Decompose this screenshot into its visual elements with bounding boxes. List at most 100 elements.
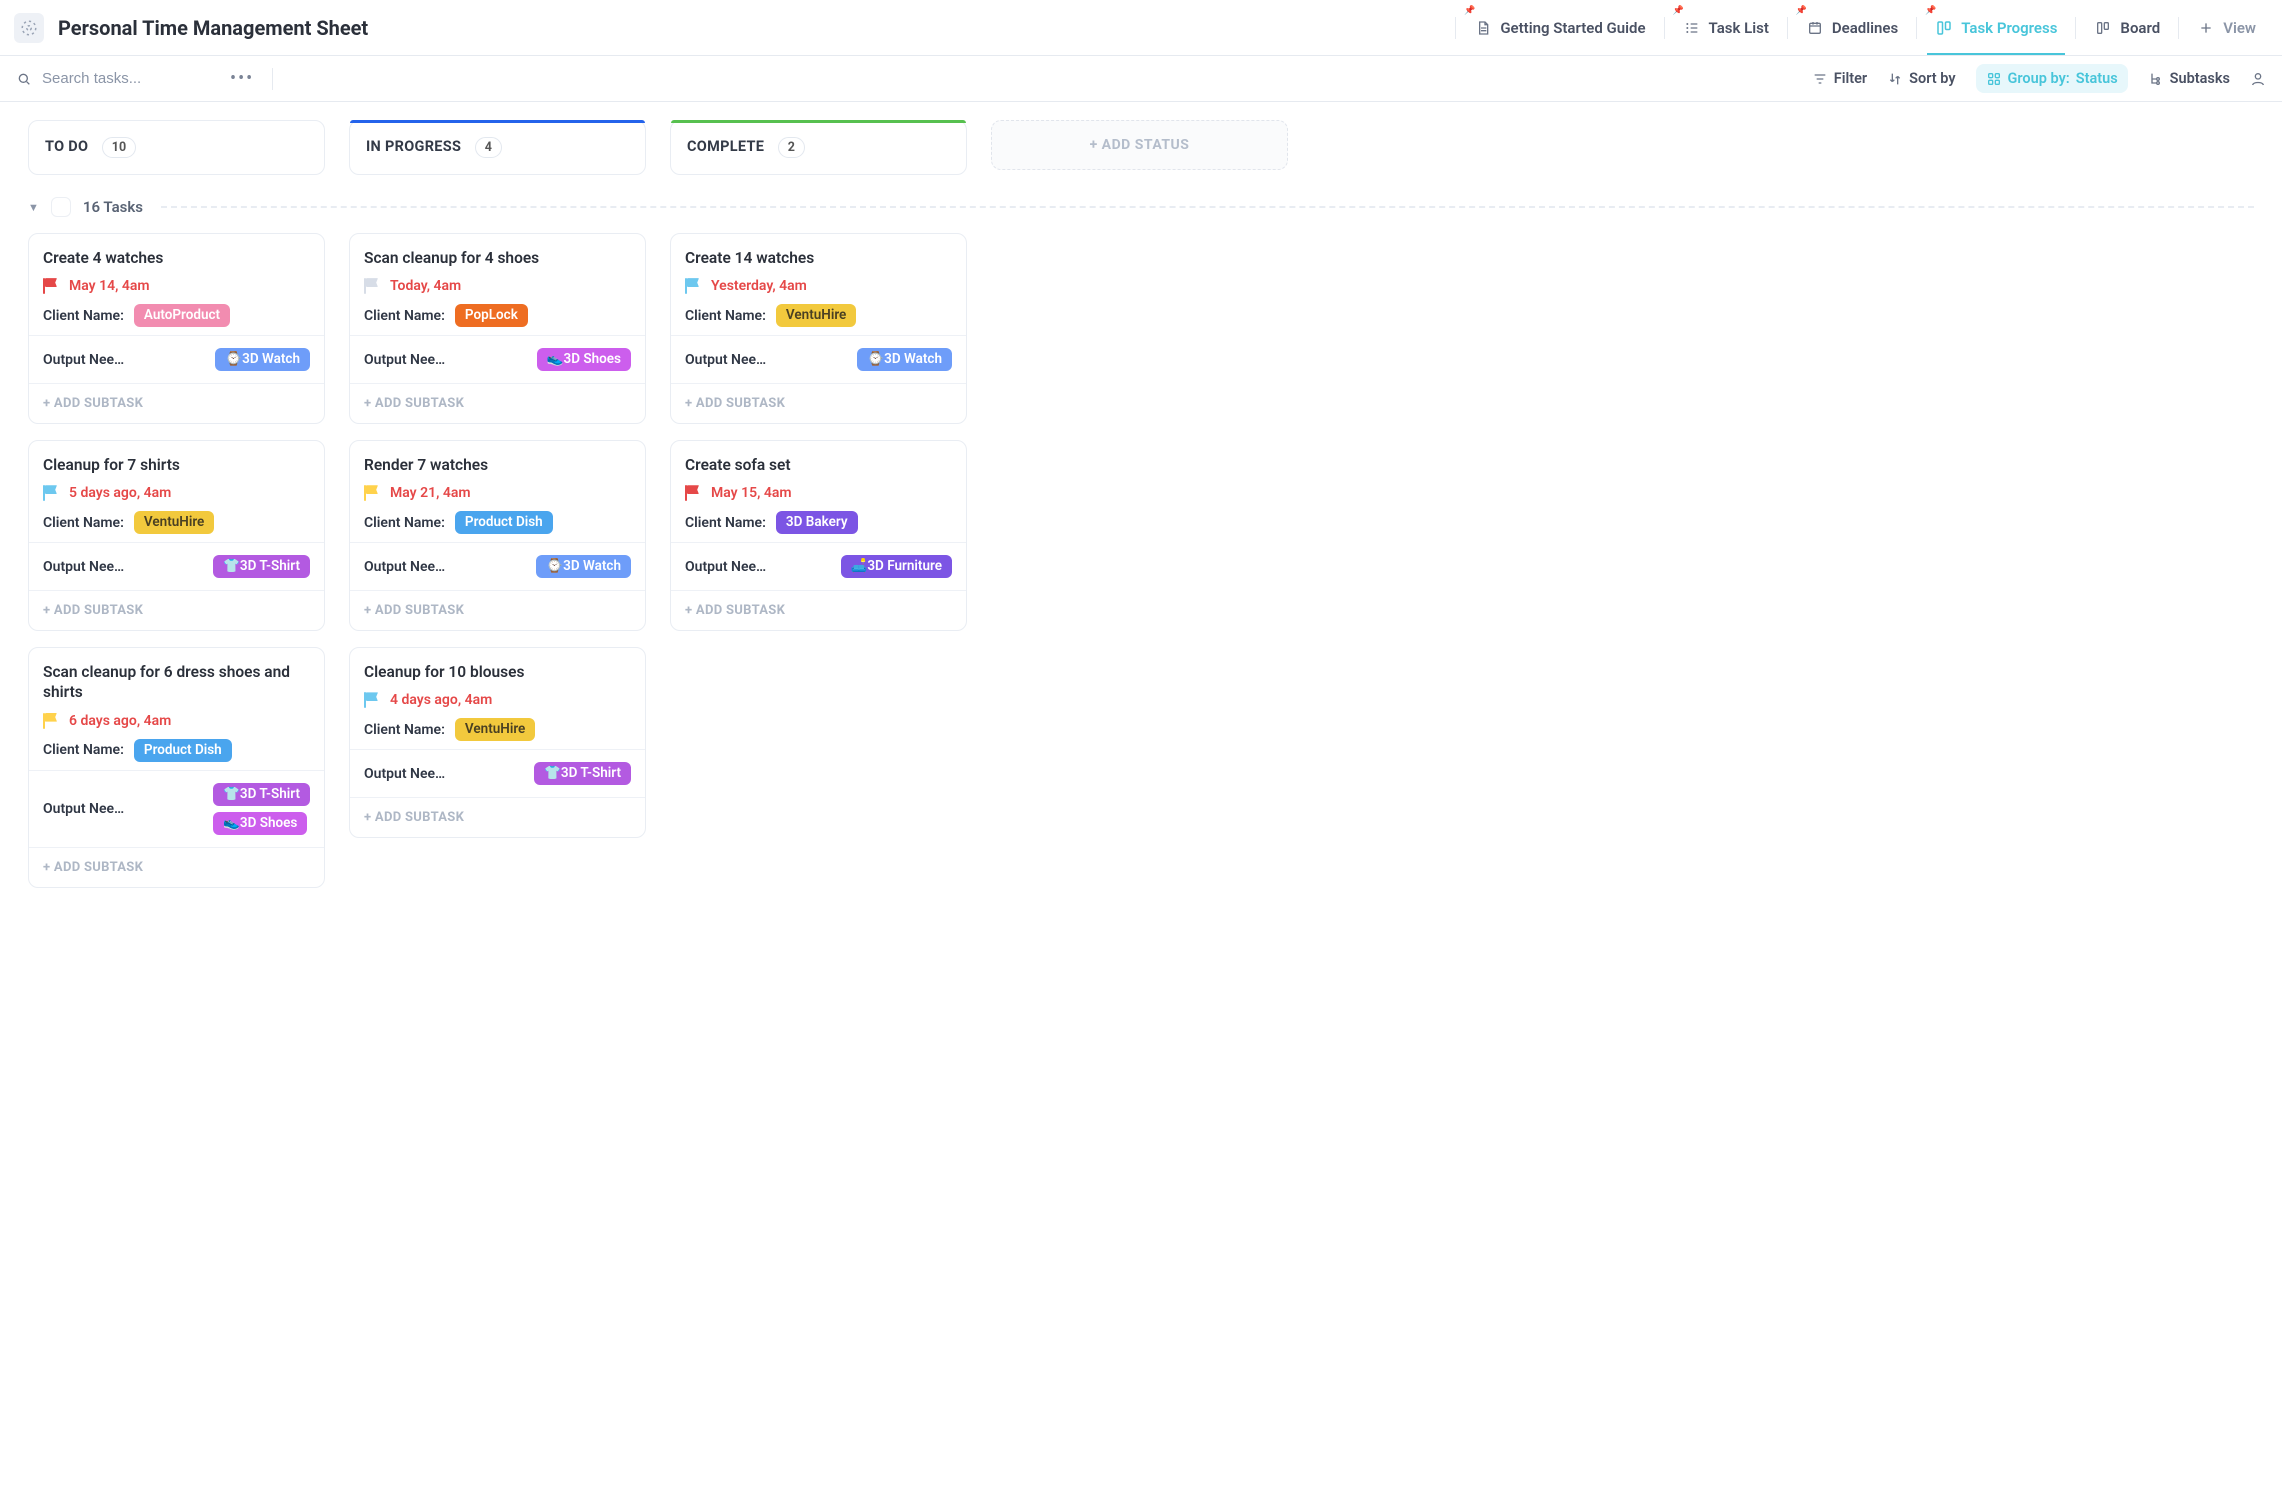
tag[interactable]: ⌚3D Watch [215, 348, 310, 371]
user-icon[interactable] [2250, 71, 2266, 87]
client-label: Client Name: [43, 515, 124, 531]
divider [1916, 17, 1917, 39]
divider [272, 68, 273, 90]
board: TO DO 10 IN PROGRESS 4 COMPLETE 2 + ADD … [0, 102, 2282, 928]
add-subtask-button[interactable]: + ADD SUBTASK [43, 860, 143, 875]
toolbar: ••• Filter Sort by Group by: Status Subt… [0, 56, 2282, 102]
tag[interactable]: PopLock [455, 304, 528, 327]
flag-icon[interactable] [364, 485, 380, 501]
doc-icon [1474, 19, 1492, 37]
divider [1787, 17, 1788, 39]
count-badge: 2 [778, 137, 805, 158]
task-card[interactable]: Scan cleanup for 6 dress shoes and shirt… [28, 647, 325, 887]
tag[interactable]: AutoProduct [134, 304, 230, 327]
tag[interactable]: 👟3D Shoes [537, 348, 631, 371]
tag[interactable]: 👕3D T-Shirt [534, 762, 631, 785]
due-date: 4 days ago, 4am [390, 692, 492, 708]
column-header-complete[interactable]: COMPLETE 2 [670, 120, 967, 175]
view-label: Deadlines [1832, 19, 1898, 37]
groupby-button[interactable]: Group by: Status [1976, 64, 2128, 93]
groupby-value: Status [2076, 70, 2118, 87]
tag[interactable]: ⌚3D Watch [536, 555, 631, 578]
tag[interactable]: VentuHire [134, 511, 214, 534]
task-card[interactable]: Render 7 watchesMay 21, 4amClient Name:P… [349, 440, 646, 631]
search-input[interactable] [40, 69, 210, 88]
add-view-button[interactable]: View [2189, 0, 2264, 55]
output-label: Output Nee… [43, 352, 158, 368]
output-label: Output Nee… [43, 801, 158, 817]
task-card[interactable]: Create sofa setMay 15, 4amClient Name:3D… [670, 440, 967, 631]
flag-icon[interactable] [685, 278, 701, 294]
board-icon [1935, 19, 1953, 37]
add-subtask-button[interactable]: + ADD SUBTASK [364, 396, 464, 411]
view-board[interactable]: Board [2086, 0, 2168, 55]
sortby-button[interactable]: Sort by [1887, 70, 1955, 87]
tag[interactable]: VentuHire [776, 304, 856, 327]
client-label: Client Name: [364, 515, 445, 531]
flag-icon[interactable] [43, 713, 59, 729]
count-badge: 10 [102, 137, 136, 158]
add-subtask-button[interactable]: + ADD SUBTASK [364, 603, 464, 618]
column-header-inprogress[interactable]: IN PROGRESS 4 [349, 120, 646, 175]
plus-icon [2197, 19, 2215, 37]
filter-button[interactable]: Filter [1812, 70, 1867, 87]
view-deadlines[interactable]: 📌 Deadlines [1798, 0, 1906, 55]
caret-down-icon[interactable]: ▼ [28, 201, 39, 214]
task-card[interactable]: Scan cleanup for 4 shoesToday, 4amClient… [349, 233, 646, 424]
column-header-todo[interactable]: TO DO 10 [28, 120, 325, 175]
column-title: TO DO [45, 138, 88, 155]
sortby-label: Sort by [1909, 70, 1955, 87]
output-label: Output Nee… [364, 766, 479, 782]
tag[interactable]: 👕3D T-Shirt [213, 783, 310, 806]
task-card[interactable]: Create 4 watchesMay 14, 4amClient Name:A… [28, 233, 325, 424]
tag[interactable]: ⌚3D Watch [857, 348, 952, 371]
add-subtask-button[interactable]: + ADD SUBTASK [685, 396, 785, 411]
view-label: Task List [1709, 19, 1769, 37]
section-color-swatch[interactable] [51, 197, 71, 217]
flag-icon[interactable] [685, 485, 701, 501]
flag-icon[interactable] [364, 692, 380, 708]
app-icon[interactable] [14, 13, 44, 43]
add-subtask-button[interactable]: + ADD SUBTASK [43, 396, 143, 411]
divider [2178, 17, 2179, 39]
add-subtask-button[interactable]: + ADD SUBTASK [364, 810, 464, 825]
subtasks-button[interactable]: Subtasks [2148, 70, 2230, 87]
column-inprogress: Scan cleanup for 4 shoesToday, 4amClient… [349, 233, 646, 838]
tag[interactable]: Product Dish [455, 511, 553, 534]
divider [1664, 17, 1665, 39]
section-header[interactable]: ▼ 16 Tasks [28, 197, 2254, 217]
count-badge: 4 [475, 137, 502, 158]
client-label: Client Name: [364, 308, 445, 324]
due-date: 6 days ago, 4am [69, 713, 171, 729]
view-task-progress[interactable]: 📌 Task Progress [1927, 0, 2065, 55]
flag-icon[interactable] [43, 485, 59, 501]
due-date: May 14, 4am [69, 278, 150, 294]
view-label: Board [2120, 19, 2160, 37]
tag[interactable]: VentuHire [455, 718, 535, 741]
card-title: Cleanup for 10 blouses [364, 662, 631, 682]
flag-icon[interactable] [43, 278, 59, 294]
toolbar-right: Filter Sort by Group by: Status Subtasks [1812, 64, 2266, 93]
tag[interactable]: 👕3D T-Shirt [213, 555, 310, 578]
add-status-button[interactable]: + ADD STATUS [991, 120, 1288, 170]
calendar-icon [1806, 19, 1824, 37]
task-card[interactable]: Cleanup for 7 shirts5 days ago, 4amClien… [28, 440, 325, 631]
add-subtask-button[interactable]: + ADD SUBTASK [685, 603, 785, 618]
view-guide[interactable]: 📌 Getting Started Guide [1466, 0, 1653, 55]
due-date: May 21, 4am [390, 485, 471, 501]
add-subtask-button[interactable]: + ADD SUBTASK [43, 603, 143, 618]
tag[interactable]: 👟3D Shoes [213, 812, 307, 835]
output-label: Output Nee… [364, 559, 479, 575]
client-label: Client Name: [685, 308, 766, 324]
topbar: Personal Time Management Sheet 📌 Getting… [0, 0, 2282, 56]
column-title: COMPLETE [687, 138, 764, 155]
tag[interactable]: Product Dish [134, 739, 232, 762]
task-card[interactable]: Create 14 watchesYesterday, 4amClient Na… [670, 233, 967, 424]
tag[interactable]: 🛋️3D Furniture [841, 555, 952, 578]
more-icon[interactable]: ••• [230, 68, 254, 89]
tag[interactable]: 3D Bakery [776, 511, 858, 534]
flag-icon[interactable] [364, 278, 380, 294]
task-card[interactable]: Cleanup for 10 blouses4 days ago, 4amCli… [349, 647, 646, 838]
view-label: View [2223, 19, 2256, 37]
view-task-list[interactable]: 📌 Task List [1675, 0, 1777, 55]
